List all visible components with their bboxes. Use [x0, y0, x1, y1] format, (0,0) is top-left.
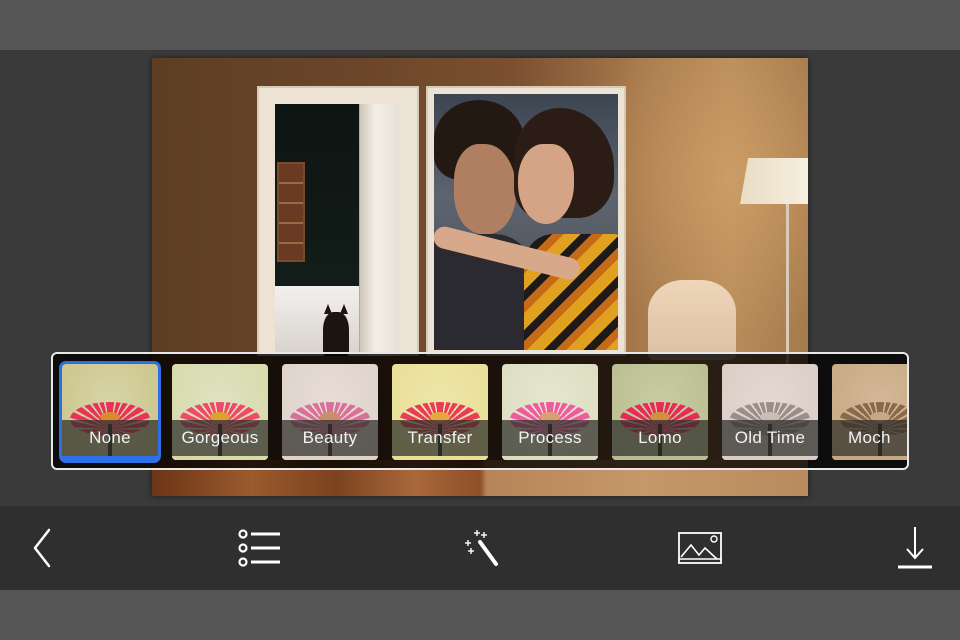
- doorway-frame: [257, 86, 419, 356]
- filter-label-band: Process: [502, 420, 598, 456]
- photo-person-face: [454, 144, 516, 234]
- filter-label: Process: [518, 428, 582, 447]
- filter-bottom-edge: [62, 456, 158, 460]
- filter-label-band: Gorgeous: [172, 420, 268, 456]
- filter-label: Lomo: [638, 428, 682, 447]
- filter-option-lomo[interactable]: Lomo: [612, 364, 708, 460]
- filter-label-band: Moch: [832, 420, 907, 456]
- lamp-pole: [786, 204, 789, 364]
- filter-label: Beauty: [302, 428, 358, 447]
- save-download-button[interactable]: [891, 524, 939, 572]
- user-photo[interactable]: [434, 94, 618, 350]
- lamp-shade: [740, 158, 808, 204]
- bathroom-view: [275, 104, 399, 356]
- filter-strip[interactable]: None Gorgeous Beauty Transfer Process Lomo Old…: [51, 352, 909, 470]
- filter-label-band: Lomo: [612, 420, 708, 456]
- filter-label: Old Time: [734, 428, 806, 447]
- filter-label-band: Old Time: [722, 420, 818, 456]
- filter-label: Moch: [848, 428, 891, 447]
- filter-bottom-edge: [392, 456, 488, 460]
- filter-bottom-edge: [172, 456, 268, 460]
- chevron-left-icon: [33, 528, 51, 568]
- bottom-bar: [0, 590, 960, 640]
- bathroom-shelf: [277, 162, 305, 262]
- filter-option-transfer[interactable]: Transfer: [392, 364, 488, 460]
- filter-bottom-edge: [502, 456, 598, 460]
- filter-bottom-edge: [722, 456, 818, 460]
- filter-option-gorgeous[interactable]: Gorgeous: [172, 364, 268, 460]
- gallery-button[interactable]: [676, 524, 724, 572]
- magic-wand-icon: [465, 530, 498, 566]
- filter-option-none[interactable]: None: [59, 361, 161, 463]
- filter-label: Gorgeous: [181, 428, 259, 447]
- filter-option-beauty[interactable]: Beauty: [282, 364, 378, 460]
- filter-bottom-edge: [832, 456, 907, 460]
- top-bar: [0, 0, 960, 50]
- effects-button[interactable]: [456, 524, 504, 572]
- filter-label-band: Beauty: [282, 420, 378, 456]
- filter-option-old-time[interactable]: Old Time: [722, 364, 818, 460]
- armchair: [648, 280, 736, 360]
- filter-option-moch[interactable]: Moch: [832, 364, 907, 460]
- filter-bottom-edge: [612, 456, 708, 460]
- photo-person-face: [518, 144, 574, 224]
- filter-label: None: [89, 428, 131, 447]
- filter-option-process[interactable]: Process: [502, 364, 598, 460]
- open-door: [359, 104, 399, 356]
- filter-label: Transfer: [407, 428, 473, 447]
- filter-label-band: None: [62, 420, 158, 456]
- image-icon: [678, 532, 722, 564]
- list-icon: [238, 529, 280, 567]
- filter-bottom-edge: [282, 456, 378, 460]
- bottom-toolbar: [0, 506, 960, 590]
- frames-list-button[interactable]: [235, 524, 283, 572]
- download-icon: [898, 527, 932, 569]
- filter-label-band: Transfer: [392, 420, 488, 456]
- dog: [323, 304, 349, 356]
- back-button[interactable]: [18, 524, 66, 572]
- photo-slot-frame[interactable]: [426, 86, 626, 356]
